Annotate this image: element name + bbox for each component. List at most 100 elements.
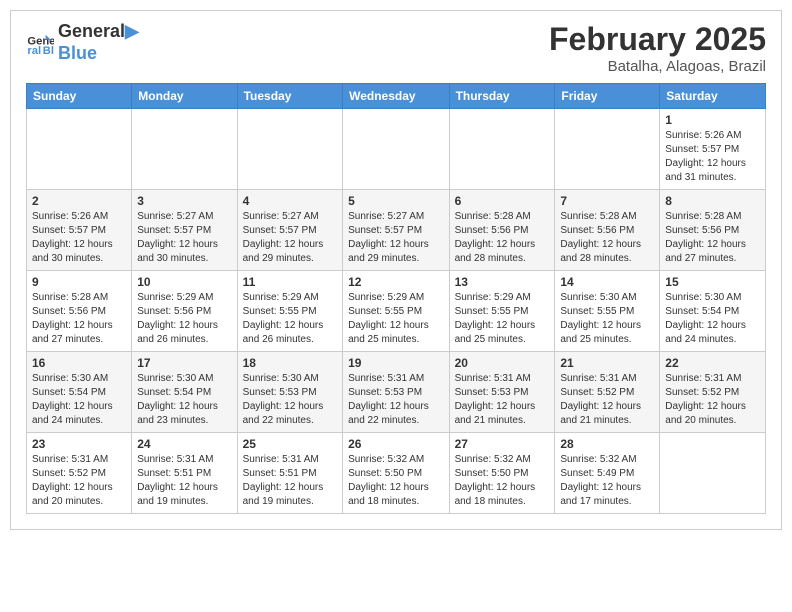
day-info: Sunrise: 5:30 AM Sunset: 5:54 PM Dayligh… bbox=[32, 372, 126, 428]
calendar-cell bbox=[449, 109, 555, 190]
calendar-cell: 18 Sunrise: 5:30 AM Sunset: 5:53 PM Dayli… bbox=[237, 352, 342, 433]
weekday-header-sunday: Sunday bbox=[27, 84, 132, 109]
day-info: Sunrise: 5:29 AM Sunset: 5:55 PM Dayligh… bbox=[243, 291, 337, 347]
day-info: Sunrise: 5:31 AM Sunset: 5:52 PM Dayligh… bbox=[32, 453, 126, 509]
calendar-cell: 7 Sunrise: 5:28 AM Sunset: 5:56 PM Daylig… bbox=[555, 190, 660, 271]
calendar-cell: 11 Sunrise: 5:29 AM Sunset: 5:55 PM Dayli… bbox=[237, 271, 342, 352]
calendar-cell: 14Sunrise: 5:30 AM Sunset: 5:55 PM Dayli… bbox=[555, 271, 660, 352]
day-info: Sunrise: 5:27 AM Sunset: 5:57 PM Dayligh… bbox=[137, 210, 231, 266]
day-number: 10 bbox=[137, 275, 231, 289]
day-info: Sunrise: 5:27 AM Sunset: 5:57 PM Dayligh… bbox=[348, 210, 443, 266]
weekday-header-row: SundayMondayTuesdayWednesdayThursdayFrid… bbox=[27, 84, 766, 109]
calendar-cell bbox=[555, 109, 660, 190]
day-number: 23 bbox=[32, 437, 126, 451]
day-number: 25 bbox=[243, 437, 337, 451]
day-number: 19 bbox=[348, 356, 443, 370]
day-info: Sunrise: 5:31 AM Sunset: 5:53 PM Dayligh… bbox=[348, 372, 443, 428]
calendar-cell: 16 Sunrise: 5:30 AM Sunset: 5:54 PM Dayli… bbox=[27, 352, 132, 433]
day-number: 16 bbox=[32, 356, 126, 370]
day-number: 3 bbox=[137, 194, 231, 208]
day-number: 28 bbox=[560, 437, 654, 451]
svg-text:ral: ral bbox=[27, 45, 41, 57]
day-info: Sunrise: 5:31 AM Sunset: 5:52 PM Dayligh… bbox=[560, 372, 654, 428]
calendar-cell: 25 Sunrise: 5:31 AM Sunset: 5:51 PM Dayli… bbox=[237, 433, 342, 514]
calendar-cell: 3 Sunrise: 5:27 AM Sunset: 5:57 PM Daylig… bbox=[132, 190, 237, 271]
day-info: Sunrise: 5:31 AM Sunset: 5:52 PM Dayligh… bbox=[665, 372, 760, 428]
day-info: Sunrise: 5:30 AM Sunset: 5:53 PM Dayligh… bbox=[243, 372, 337, 428]
day-info: Sunrise: 5:31 AM Sunset: 5:51 PM Dayligh… bbox=[137, 453, 231, 509]
day-number: 15 bbox=[665, 275, 760, 289]
calendar-cell: 20 Sunrise: 5:31 AM Sunset: 5:53 PM Dayli… bbox=[449, 352, 555, 433]
day-number: 8 bbox=[665, 194, 760, 208]
header: Gene ral Blue General▶ Blue February 202… bbox=[26, 21, 766, 75]
week-row-4: 23 Sunrise: 5:31 AM Sunset: 5:52 PM Dayli… bbox=[27, 433, 766, 514]
svg-text:Blue: Blue bbox=[43, 45, 54, 57]
calendar-table: SundayMondayTuesdayWednesdayThursdayFrid… bbox=[26, 83, 766, 514]
calendar-cell: 13Sunrise: 5:29 AM Sunset: 5:55 PM Dayli… bbox=[449, 271, 555, 352]
day-info: Sunrise: 5:30 AM Sunset: 5:54 PM Dayligh… bbox=[665, 291, 760, 347]
weekday-header-thursday: Thursday bbox=[449, 84, 555, 109]
weekday-header-wednesday: Wednesday bbox=[343, 84, 449, 109]
day-number: 5 bbox=[348, 194, 443, 208]
calendar-cell: 2Sunrise: 5:26 AM Sunset: 5:57 PM Daylig… bbox=[27, 190, 132, 271]
day-number: 4 bbox=[243, 194, 337, 208]
day-number: 11 bbox=[243, 275, 337, 289]
day-info: Sunrise: 5:28 AM Sunset: 5:56 PM Dayligh… bbox=[560, 210, 654, 266]
day-number: 20 bbox=[455, 356, 550, 370]
day-info: Sunrise: 5:28 AM Sunset: 5:56 PM Dayligh… bbox=[32, 291, 126, 347]
day-number: 21 bbox=[560, 356, 654, 370]
calendar-cell: 19 Sunrise: 5:31 AM Sunset: 5:53 PM Dayli… bbox=[343, 352, 449, 433]
calendar-cell: 5 Sunrise: 5:27 AM Sunset: 5:57 PM Daylig… bbox=[343, 190, 449, 271]
calendar-cell: 12Sunrise: 5:29 AM Sunset: 5:55 PM Dayli… bbox=[343, 271, 449, 352]
weekday-header-monday: Monday bbox=[132, 84, 237, 109]
weekday-header-tuesday: Tuesday bbox=[237, 84, 342, 109]
calendar-cell bbox=[27, 109, 132, 190]
day-number: 27 bbox=[455, 437, 550, 451]
calendar-cell: 22 Sunrise: 5:31 AM Sunset: 5:52 PM Dayli… bbox=[660, 352, 766, 433]
day-number: 22 bbox=[665, 356, 760, 370]
day-info: Sunrise: 5:30 AM Sunset: 5:54 PM Dayligh… bbox=[137, 372, 231, 428]
logo-text: General▶ Blue bbox=[58, 21, 139, 64]
calendar-cell: 26Sunrise: 5:32 AM Sunset: 5:50 PM Dayli… bbox=[343, 433, 449, 514]
calendar-cell: 6 Sunrise: 5:28 AM Sunset: 5:56 PM Daylig… bbox=[449, 190, 555, 271]
day-info: Sunrise: 5:29 AM Sunset: 5:55 PM Dayligh… bbox=[455, 291, 550, 347]
day-info: Sunrise: 5:31 AM Sunset: 5:51 PM Dayligh… bbox=[243, 453, 337, 509]
day-info: Sunrise: 5:26 AM Sunset: 5:57 PM Dayligh… bbox=[665, 129, 760, 185]
day-info: Sunrise: 5:27 AM Sunset: 5:57 PM Dayligh… bbox=[243, 210, 337, 266]
week-row-0: 1 Sunrise: 5:26 AM Sunset: 5:57 PM Daylig… bbox=[27, 109, 766, 190]
day-info: Sunrise: 5:32 AM Sunset: 5:49 PM Dayligh… bbox=[560, 453, 654, 509]
day-info: Sunrise: 5:29 AM Sunset: 5:56 PM Dayligh… bbox=[137, 291, 231, 347]
day-info: Sunrise: 5:28 AM Sunset: 5:56 PM Dayligh… bbox=[665, 210, 760, 266]
calendar-cell: 15 Sunrise: 5:30 AM Sunset: 5:54 PM Dayli… bbox=[660, 271, 766, 352]
weekday-header-friday: Friday bbox=[555, 84, 660, 109]
weekday-header-saturday: Saturday bbox=[660, 84, 766, 109]
calendar-cell: 24 Sunrise: 5:31 AM Sunset: 5:51 PM Dayli… bbox=[132, 433, 237, 514]
day-info: Sunrise: 5:31 AM Sunset: 5:53 PM Dayligh… bbox=[455, 372, 550, 428]
calendar-cell bbox=[237, 109, 342, 190]
calendar-cell: 8 Sunrise: 5:28 AM Sunset: 5:56 PM Daylig… bbox=[660, 190, 766, 271]
calendar-cell bbox=[343, 109, 449, 190]
day-info: Sunrise: 5:28 AM Sunset: 5:56 PM Dayligh… bbox=[455, 210, 550, 266]
day-number: 17 bbox=[137, 356, 231, 370]
month-title: February 2025 bbox=[549, 21, 766, 58]
day-number: 7 bbox=[560, 194, 654, 208]
day-number: 12 bbox=[348, 275, 443, 289]
page: Gene ral Blue General▶ Blue February 202… bbox=[10, 10, 782, 530]
day-number: 26 bbox=[348, 437, 443, 451]
day-number: 24 bbox=[137, 437, 231, 451]
day-number: 18 bbox=[243, 356, 337, 370]
day-info: Sunrise: 5:32 AM Sunset: 5:50 PM Dayligh… bbox=[455, 453, 550, 509]
logo-blue: Blue bbox=[58, 43, 139, 65]
calendar-cell bbox=[132, 109, 237, 190]
calendar-cell: 10 Sunrise: 5:29 AM Sunset: 5:56 PM Dayli… bbox=[132, 271, 237, 352]
location: Batalha, Alagoas, Brazil bbox=[549, 58, 766, 75]
day-number: 1 bbox=[665, 113, 760, 127]
day-number: 6 bbox=[455, 194, 550, 208]
week-row-1: 2Sunrise: 5:26 AM Sunset: 5:57 PM Daylig… bbox=[27, 190, 766, 271]
calendar-cell: 4 Sunrise: 5:27 AM Sunset: 5:57 PM Daylig… bbox=[237, 190, 342, 271]
week-row-2: 9Sunrise: 5:28 AM Sunset: 5:56 PM Daylig… bbox=[27, 271, 766, 352]
calendar-cell: 27 Sunrise: 5:32 AM Sunset: 5:50 PM Dayli… bbox=[449, 433, 555, 514]
logo-general: General bbox=[58, 21, 125, 41]
logo-icon: Gene ral Blue bbox=[26, 29, 54, 57]
title-block: February 2025 Batalha, Alagoas, Brazil bbox=[549, 21, 766, 75]
